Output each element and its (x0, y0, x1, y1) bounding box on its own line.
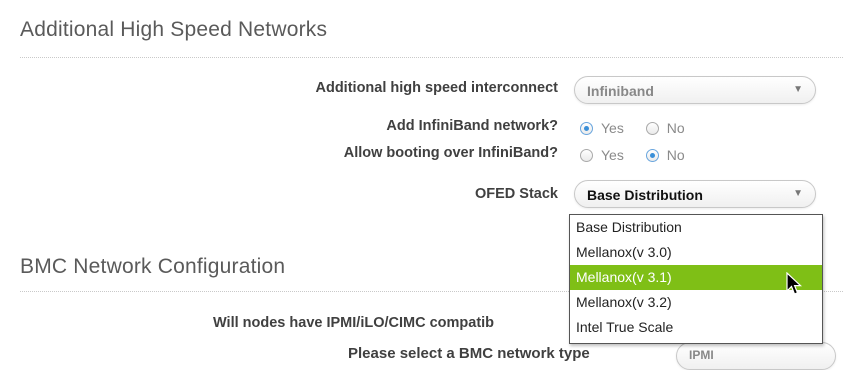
chevron-down-icon: ▼ (793, 188, 803, 199)
yes-label: Yes (601, 147, 624, 163)
allow-booting-radios: Yes No (580, 147, 703, 165)
section-title-bmc: BMC Network Configuration (20, 255, 286, 278)
add-infiniband-no-radio[interactable] (645, 122, 659, 135)
bmc-type-label: Please select a BMC network type (348, 345, 590, 362)
dropdown-option-intel-true-scale[interactable]: Intel True Scale (570, 315, 822, 340)
ofed-stack-select[interactable]: Base Distribution ▼ (574, 180, 816, 208)
dropdown-option-mellanox-3-0[interactable]: Mellanox(v 3.0) (570, 240, 822, 265)
allow-booting-no-radio[interactable] (645, 149, 659, 162)
section-divider (20, 57, 843, 58)
dropdown-option-base-distribution[interactable]: Base Distribution (570, 215, 822, 240)
interconnect-value: Infiniband (587, 83, 654, 99)
add-infiniband-label: Add InfiniBand network? (386, 118, 558, 134)
bmc-type-value: IPMI (689, 348, 714, 362)
ofed-stack-label: OFED Stack (475, 186, 558, 202)
interconnect-label: Additional high speed interconnect (315, 80, 559, 96)
ofed-stack-value: Base Distribution (587, 187, 703, 203)
allow-booting-label: Allow booting over InfiniBand? (343, 145, 558, 161)
section-title-high-speed: Additional High Speed Networks (20, 18, 328, 41)
dropdown-option-mellanox-3-1[interactable]: Mellanox(v 3.1) (570, 265, 822, 290)
dropdown-option-mellanox-3-2[interactable]: Mellanox(v 3.2) (570, 290, 822, 315)
add-infiniband-yes-radio[interactable] (580, 122, 593, 135)
no-label: No (666, 120, 685, 136)
ipmi-compatible-label: Will nodes have IPMI/iLO/CIMC compatib (213, 315, 495, 331)
ofed-stack-dropdown: Base Distribution Mellanox(v 3.0) Mellan… (569, 214, 823, 344)
no-label: No (666, 147, 685, 163)
mouse-pointer-icon (786, 272, 803, 295)
allow-booting-yes-radio[interactable] (580, 149, 593, 162)
chevron-down-icon: ▼ (793, 84, 803, 95)
bmc-type-select[interactable]: IPMI (676, 342, 836, 370)
add-infiniband-radios: Yes No (580, 120, 703, 138)
interconnect-select[interactable]: Infiniband ▼ (574, 76, 816, 104)
yes-label: Yes (601, 120, 624, 136)
